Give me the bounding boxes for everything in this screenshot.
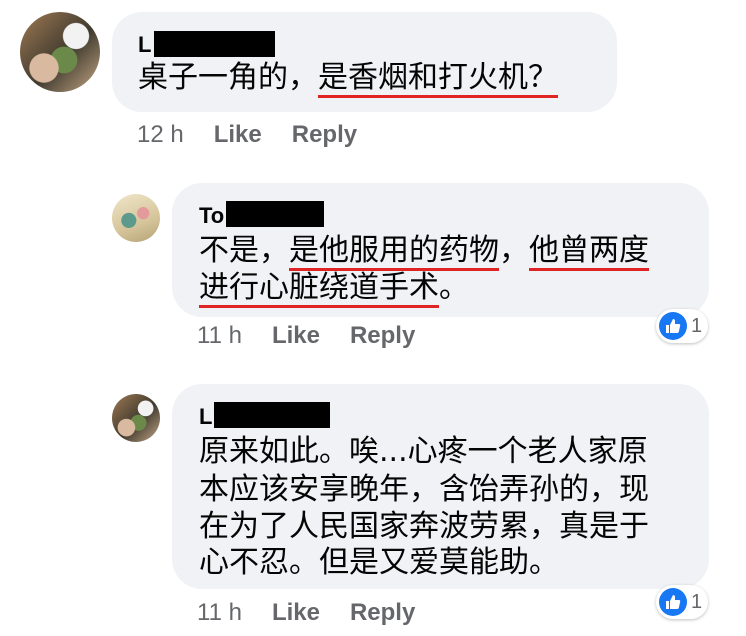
redacted-name-block (226, 201, 324, 227)
comment-text-line: 心不忍。但是又爱莫能助。 (199, 545, 559, 580)
reply-button[interactable]: Reply (292, 121, 357, 148)
like-button[interactable]: Like (214, 121, 262, 148)
comment-time[interactable]: 11 h (197, 599, 242, 626)
comment-meta: 11 h Like Reply (197, 322, 415, 350)
avatar[interactable] (112, 194, 160, 242)
comment-text: 桌子一角的，是香烟和打火机？ (138, 60, 558, 95)
reaction-count: 1 (691, 590, 703, 613)
avatar[interactable] (20, 12, 100, 92)
like-button[interactable]: Like (272, 322, 320, 349)
reaction-badge[interactable]: 1 (656, 309, 709, 343)
comment-text-line: 进行心脏绕道手术。 (199, 270, 469, 305)
avatar[interactable] (112, 394, 160, 442)
comment-meta: 12 h Like Reply (137, 121, 357, 149)
thumbs-up-icon (659, 588, 687, 616)
comment-text-line: 原来如此。唉...心疼一个老人家原 (199, 434, 648, 469)
reaction-badge[interactable]: 1 (656, 585, 709, 619)
comment-meta: 11 h Like Reply (197, 599, 415, 627)
comment-text-line: 不是，是他服用的药物，他曾两度 (199, 233, 649, 268)
reply-button[interactable]: Reply (350, 599, 415, 626)
comment-time[interactable]: 11 h (197, 322, 242, 349)
thumbs-up-icon (659, 312, 687, 340)
comment-bubble: To 不是，是他服用的药物，他曾两度 进行心脏绕道手术。 (172, 183, 709, 317)
reply-button[interactable]: Reply (350, 322, 415, 349)
redacted-name-block (154, 31, 275, 57)
redacted-name-block (214, 402, 330, 428)
reaction-count: 1 (691, 314, 703, 337)
commenter-name[interactable]: L (138, 32, 151, 58)
commenter-name[interactable]: L (199, 404, 212, 430)
comment-time[interactable]: 12 h (137, 121, 184, 148)
comment-text-line: 本应该安享晚年，含饴弄孙的，现 (199, 472, 649, 507)
comment-text-line: 在为了人民国家奔波劳累，真是于 (199, 509, 649, 544)
commenter-name[interactable]: To (199, 203, 224, 229)
comment-bubble: L 桌子一角的，是香烟和打火机？ (112, 12, 617, 112)
comment-bubble: L 原来如此。唉...心疼一个老人家原 本应该安享晚年，含饴弄孙的，现 在为了人… (172, 384, 709, 589)
like-button[interactable]: Like (272, 599, 320, 626)
